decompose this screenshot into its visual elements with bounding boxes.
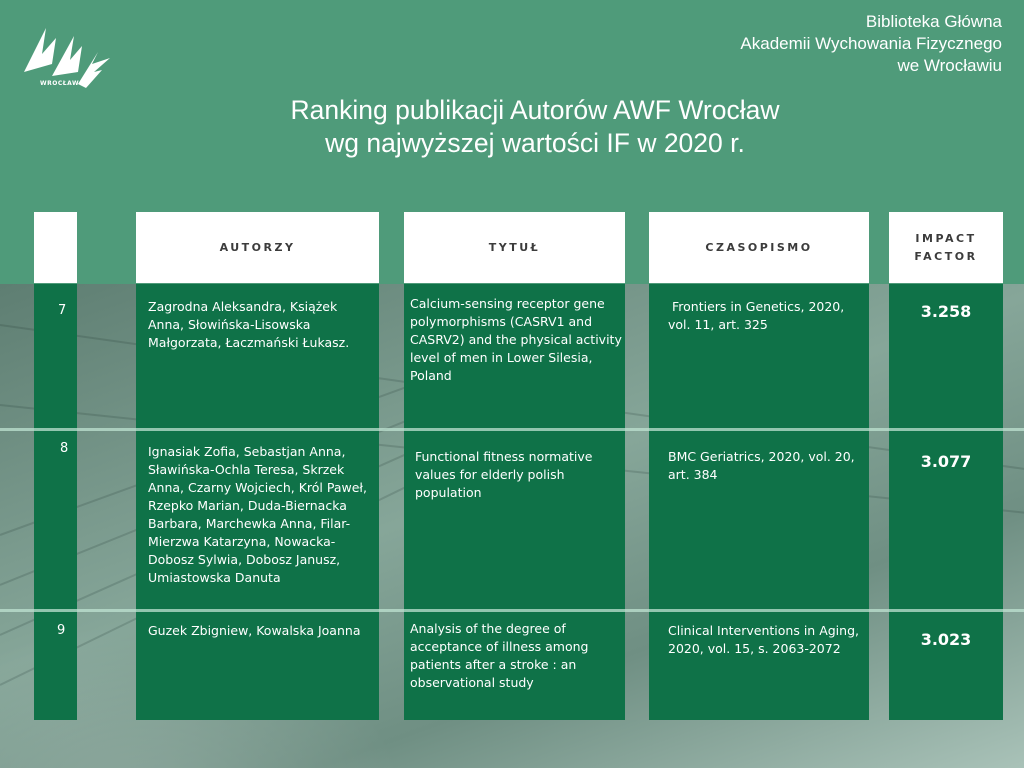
rank-header-cell [34,212,77,283]
rank-cell: 8 [60,441,69,456]
logo-wordmark: WROCŁAW [40,80,80,87]
title-line: Ranking publikacji Autorów AWF Wrocław [290,95,780,125]
library-name: Biblioteka Główna Akademii Wychowania Fi… [740,11,1002,77]
journal-cell: Clinical Interventions in Aging, 2020, v… [668,623,859,656]
rank-cell: 7 [58,303,67,318]
title-cell: Calcium-sensing receptor gene polymorphi… [410,296,622,383]
authors-cell: Guzek Zbigniew, Kowalska Joanna [148,623,361,638]
impact-column [889,284,1003,720]
journal-header: CZASOPISMO [649,212,869,283]
impact-factor-value: 3.077 [920,452,972,471]
impact-factor-value: 3.258 [920,302,972,321]
authors-cell: Ignasiak Zofia, Sebastjan Anna, Sławińsk… [148,444,367,585]
impact-factor-value: 3.023 [920,630,972,649]
title-cell: Functional fitness normative values for … [415,449,593,500]
impact-factor-header: IMPACT FACTOR [889,212,1003,283]
row-separator [0,609,1024,612]
authors-cell: Zagrodna Aleksandra, Książek Anna, Słowi… [148,299,350,350]
impact-header-line: FACTOR [914,249,978,263]
title-header-label: TYTUŁ [488,240,541,254]
rank-column [34,284,77,720]
library-line: we Wrocławiu [897,56,1002,75]
authors-header: AUTORZY [136,212,379,283]
journal-cell: BMC Geriatrics, 2020, vol. 20, art. 384 [668,449,855,482]
authors-header-label: AUTORZY [219,240,296,254]
library-line: Akademii Wychowania Fizycznego [740,34,1002,53]
impact-header-line: IMPACT [915,231,977,245]
page-title: Ranking publikacji Autorów AWF Wrocław w… [150,94,920,160]
row-separator [0,428,1024,431]
journal-cell: Frontiers in Genetics, 2020, vol. 11, ar… [668,299,849,332]
journal-header-label: CZASOPISMO [705,240,813,254]
title-line: wg najwyższej wartości IF w 2020 r. [325,128,745,158]
library-line: Biblioteka Główna [865,12,1002,31]
title-cell: Analysis of the degree of acceptance of … [410,621,589,690]
title-header: TYTUŁ [404,212,625,283]
rank-cell: 9 [57,623,66,638]
